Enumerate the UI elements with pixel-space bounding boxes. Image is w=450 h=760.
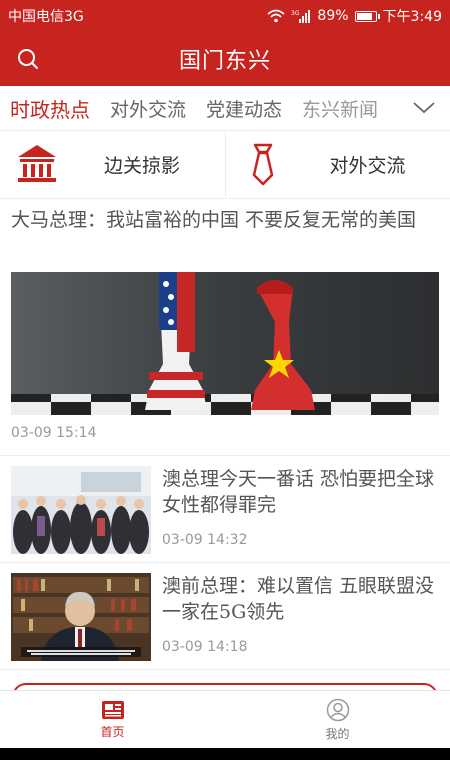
news-time: 03-09 14:32 bbox=[162, 532, 248, 548]
nav-home-label: 首页 bbox=[100, 725, 125, 739]
nav-profile-label: 我的 bbox=[325, 727, 350, 741]
profile-icon bbox=[326, 698, 349, 722]
system-navigation-bar bbox=[0, 748, 450, 760]
network-badge: 3G bbox=[291, 10, 300, 17]
quick-link-label: 边关掠影 bbox=[104, 154, 181, 177]
wifi-icon bbox=[267, 9, 286, 23]
search-button[interactable] bbox=[14, 45, 42, 73]
tab-party-building[interactable]: 党建动态 bbox=[206, 95, 282, 122]
news-title: 澳总理今天一番话 恐怕要把全球女性都得罪完 bbox=[162, 468, 435, 516]
feature-article[interactable]: 大马总理：我站富裕的中国 不要反复无常的美国 03-09 15:14 bbox=[0, 199, 450, 456]
tab-foreign-exchange[interactable]: 对外交流 bbox=[110, 95, 186, 122]
battery-percent: 89% bbox=[317, 8, 349, 24]
quick-link-border-scenery[interactable]: 边关掠影 bbox=[0, 130, 226, 198]
feature-image bbox=[11, 272, 439, 415]
app-title: 国门东兴 bbox=[178, 49, 271, 74]
news-title: 澳前总理：难以置信 五眼联盟没一家在5G领先 bbox=[162, 575, 435, 623]
article-time: 03-09 15:14 bbox=[11, 425, 97, 441]
status-bar: 中国电信3G 3G 89% 下午3:49 bbox=[0, 0, 450, 32]
category-tabs: 时政热点 对外交流 党建动态 东兴新闻 bbox=[0, 86, 450, 131]
signal-icon: 3G bbox=[291, 10, 311, 23]
temple-icon bbox=[18, 145, 56, 182]
bottom-nav: 首页 我的 bbox=[0, 690, 450, 749]
quick-links: 边关掠影 对外交流 bbox=[0, 130, 450, 199]
carrier-label: 中国电信3G bbox=[8, 9, 84, 25]
tab-dongxing-news[interactable]: 东兴新闻 bbox=[302, 95, 378, 122]
search-icon bbox=[18, 49, 38, 69]
news-time: 03-09 14:18 bbox=[162, 639, 248, 655]
app-header: 国门东兴 bbox=[0, 32, 450, 86]
news-thumbnail bbox=[11, 466, 151, 554]
news-item[interactable]: 澳总理今天一番话 恐怕要把全球女性都得罪完 03-09 14:32 bbox=[0, 456, 450, 563]
battery-level bbox=[356, 12, 373, 20]
nav-home[interactable]: 首页 bbox=[0, 691, 225, 749]
article-title: 大马总理：我站富裕的中国 不要反复无常的美国 bbox=[11, 209, 417, 231]
status-indicators: 3G 89% 下午3:49 bbox=[267, 6, 442, 26]
necktie-icon bbox=[252, 143, 273, 186]
nav-profile[interactable]: 我的 bbox=[225, 691, 450, 749]
battery-icon bbox=[354, 10, 380, 22]
quick-link-foreign-exchange[interactable]: 对外交流 bbox=[226, 130, 450, 198]
quick-link-label: 对外交流 bbox=[329, 154, 406, 177]
tabs-scroll[interactable]: 时政热点 对外交流 党建动态 东兴新闻 bbox=[0, 94, 400, 123]
news-thumbnail bbox=[11, 573, 151, 661]
clock: 下午3:49 bbox=[382, 9, 442, 25]
news-icon bbox=[101, 701, 124, 719]
tab-politics-hot[interactable]: 时政热点 bbox=[10, 94, 90, 123]
chevron-down-icon[interactable] bbox=[412, 96, 436, 120]
news-item[interactable]: 澳前总理：难以置信 五眼联盟没一家在5G领先 03-09 14:18 bbox=[0, 563, 450, 670]
